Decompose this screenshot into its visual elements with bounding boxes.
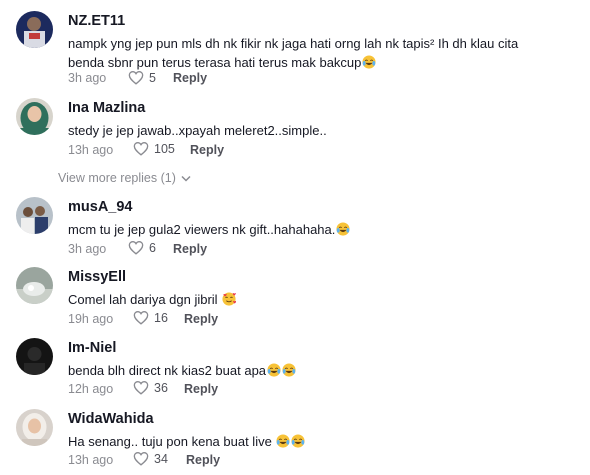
face-with-tears-of-joy-emoji (291, 434, 305, 448)
reply-button[interactable]: Reply (186, 453, 220, 467)
chevron-down-icon (181, 175, 191, 182)
like-button[interactable]: 6 (128, 240, 156, 255)
avatar[interactable] (16, 409, 53, 446)
like-count: 36 (154, 380, 168, 395)
reply-button[interactable]: Reply (173, 71, 207, 85)
comment-text: nampk yng jep pun mls dh nk fikir nk jag… (68, 34, 518, 72)
like-button[interactable]: 16 (133, 310, 168, 325)
comment-text-content: benda blh direct nk kias2 buat apa (68, 363, 267, 378)
username[interactable]: Ina Mazlina (68, 99, 327, 117)
reply-button[interactable]: Reply (173, 242, 207, 256)
face-with-tears-of-joy-emoji (282, 363, 296, 377)
heart-outline-icon (133, 381, 149, 395)
comment-text-content: Comel lah dariya dgn jibril (68, 292, 218, 307)
username[interactable]: MissyEll (68, 268, 236, 286)
comment-time: 12h ago (68, 382, 114, 396)
username[interactable]: WidaWahida (68, 410, 305, 428)
like-count: 105 (154, 141, 175, 156)
smiling-face-with-hearts-emoji (222, 292, 237, 306)
heart-outline-icon (128, 241, 144, 255)
comment-time: 13h ago (68, 453, 114, 467)
heart-outline-icon (133, 311, 149, 325)
comment-text: Ha senang.. tuju pon kena buat live (68, 432, 305, 451)
username[interactable]: Im-Niel (68, 339, 296, 357)
like-count: 5 (149, 70, 156, 85)
face-with-tears-of-joy-emoji (276, 434, 290, 448)
comment-text-line: benda sbnr pun terus terasa hati terus m… (68, 55, 362, 70)
comment-time: 13h ago (68, 143, 114, 157)
comment-time: 3h ago (68, 71, 107, 85)
view-more-replies-button[interactable]: View more replies (1) (58, 171, 191, 185)
heart-outline-icon (133, 452, 149, 466)
view-more-replies-label: View more replies (1) (58, 171, 176, 185)
reply-button[interactable]: Reply (184, 312, 218, 326)
avatar[interactable] (16, 197, 53, 234)
comment-text: benda blh direct nk kias2 buat apa (68, 361, 296, 380)
comment-text: Comel lah dariya dgn jibril (68, 290, 237, 309)
username[interactable]: NZ.ET11 (68, 12, 518, 30)
comment-text: stedy je jep jawab..xpayah meleret2..sim… (68, 123, 327, 138)
comment-text-line: nampk yng jep pun mls dh nk fikir nk jag… (68, 36, 519, 51)
comment-text-content: Ha senang.. tuju pon kena buat live (68, 434, 272, 449)
reply-button[interactable]: Reply (184, 382, 218, 396)
like-button[interactable]: 105 (133, 141, 175, 156)
like-count: 34 (154, 451, 168, 466)
like-button[interactable]: 36 (133, 380, 168, 395)
face-with-tears-of-joy-emoji (267, 363, 281, 377)
like-count: 6 (149, 240, 156, 255)
heart-outline-icon (128, 71, 144, 85)
like-count: 16 (154, 310, 168, 325)
username[interactable]: musA_94 (68, 198, 350, 216)
face-with-tears-of-joy-emoji (336, 222, 350, 236)
reply-button[interactable]: Reply (190, 143, 224, 157)
avatar[interactable] (16, 267, 53, 304)
face-with-tears-of-joy-emoji (362, 55, 376, 69)
comment-time: 19h ago (68, 312, 114, 326)
comment-time: 3h ago (68, 242, 107, 256)
avatar[interactable] (16, 11, 53, 48)
like-button[interactable]: 5 (128, 70, 156, 85)
like-button[interactable]: 34 (133, 451, 168, 466)
comment-text-content: mcm tu je jep gula2 viewers nk gift..hah… (68, 222, 336, 237)
heart-outline-icon (133, 142, 149, 156)
comment-text: mcm tu je jep gula2 viewers nk gift..hah… (68, 220, 350, 239)
avatar[interactable] (16, 338, 53, 375)
avatar[interactable] (16, 98, 53, 135)
